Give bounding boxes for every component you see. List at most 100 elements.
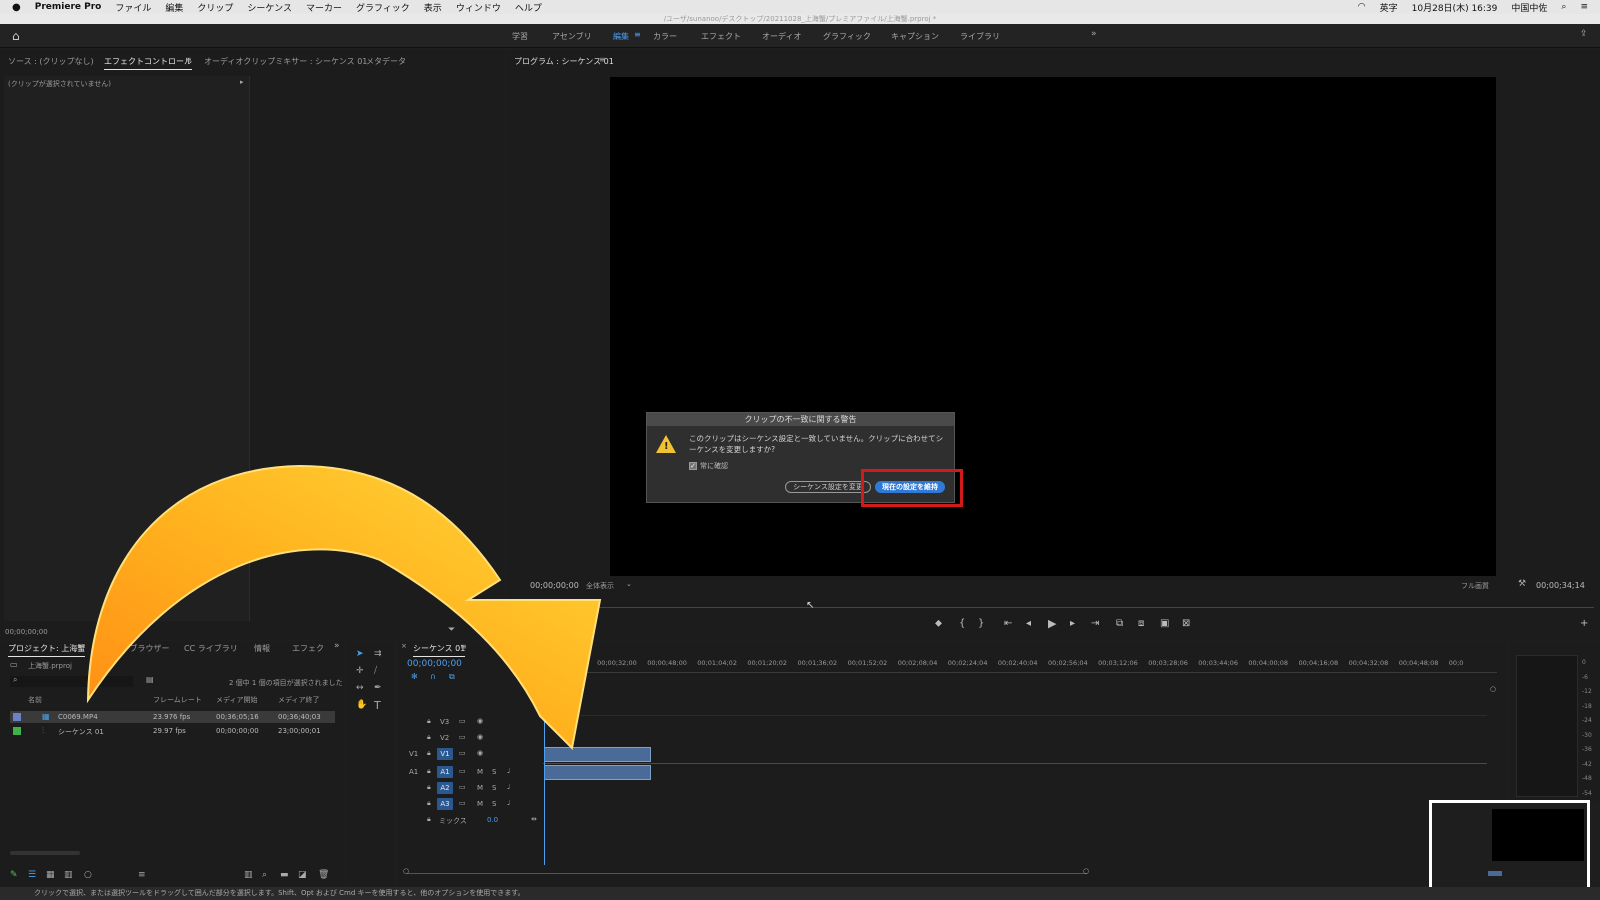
- add-button-icon[interactable]: +: [1580, 618, 1588, 629]
- sequence-menu-icon[interactable]: ≡: [460, 642, 467, 651]
- selection-tool-icon[interactable]: ➤: [356, 649, 364, 659]
- home-icon[interactable]: ⌂: [12, 29, 20, 43]
- track-a2[interactable]: A2: [437, 782, 453, 794]
- lock-icon[interactable]: 🔒︎: [427, 717, 431, 726]
- program-timecode[interactable]: 00;00;00;00: [530, 581, 579, 590]
- zoom-slider-icon[interactable]: ○: [84, 870, 92, 880]
- ws-libraries[interactable]: ライブラリ: [960, 31, 1000, 42]
- change-sequence-button[interactable]: シーケンス設定を変更: [785, 481, 871, 493]
- tab-metadata[interactable]: メタデータ: [366, 56, 406, 67]
- v1-a1-divider[interactable]: [543, 763, 1487, 764]
- eye-icon[interactable]: ◉: [477, 749, 483, 757]
- ws-assembly[interactable]: アセンブリ: [552, 31, 592, 42]
- go-to-out-icon[interactable]: ⇥: [1091, 618, 1099, 629]
- menu-icon[interactable]: ≡: [634, 30, 641, 39]
- app-menu[interactable]: Premiere Pro: [28, 2, 109, 12]
- sync-icon[interactable]: ▭: [459, 733, 466, 741]
- menu-window[interactable]: ウィンドウ: [449, 1, 508, 14]
- wrench-icon[interactable]: ⚒: [1518, 579, 1526, 589]
- play-icon[interactable]: ▶: [1048, 617, 1056, 630]
- list-view-icon[interactable]: ☰: [28, 870, 36, 880]
- more-tabs-icon[interactable]: »: [334, 641, 340, 651]
- mute-icon[interactable]: M: [477, 800, 483, 808]
- ws-effects[interactable]: エフェクト: [701, 31, 741, 42]
- ws-edit[interactable]: 編集: [613, 31, 629, 42]
- track-a3[interactable]: A3: [437, 798, 453, 810]
- sync-icon[interactable]: ▭: [459, 749, 466, 757]
- menu-marker[interactable]: マーカー: [299, 1, 349, 14]
- mute-icon[interactable]: M: [477, 784, 483, 792]
- scroll-end-handle[interactable]: ○: [1083, 867, 1089, 875]
- source-a1[interactable]: A1: [409, 768, 418, 776]
- solo-icon[interactable]: S: [492, 768, 496, 776]
- mic-icon[interactable]: ♩: [507, 767, 510, 775]
- ws-color[interactable]: カラー: [653, 31, 677, 42]
- table-row[interactable]: ▦ C0069.MP4 23.976 fps 00;36;05;16 00;36…: [10, 711, 335, 723]
- zoom-select[interactable]: 全体表示: [586, 581, 614, 591]
- col-media-end[interactable]: メディア終了: [278, 695, 320, 705]
- vertical-scroll-handle[interactable]: ○: [1490, 685, 1496, 693]
- snap-icon[interactable]: ∩: [430, 672, 436, 681]
- col-framerate[interactable]: フレームレート: [153, 695, 202, 705]
- quality-select[interactable]: フル画質: [1461, 581, 1489, 591]
- menu-file[interactable]: ファイル: [108, 1, 158, 14]
- program-menu-icon[interactable]: ≡: [599, 55, 606, 64]
- mute-icon[interactable]: M: [477, 768, 483, 776]
- eye-icon[interactable]: ◉: [477, 733, 483, 741]
- linked-selection-icon[interactable]: ⧉: [449, 672, 455, 682]
- lock-icon[interactable]: 🔒︎: [427, 783, 431, 792]
- table-row[interactable]: ⫶ シーケンス 01 29.97 fps 00;00;00;00 23;00;0…: [10, 725, 335, 737]
- icon-view-icon[interactable]: ▦: [46, 870, 55, 880]
- slip-tool-icon[interactable]: ↔: [356, 683, 364, 693]
- more-workspaces-icon[interactable]: »: [1091, 29, 1097, 39]
- zoom-chevron-icon[interactable]: ⌄: [626, 580, 632, 588]
- spotlight-icon[interactable]: ⌕: [1554, 2, 1573, 12]
- sync-icon[interactable]: ▭: [459, 767, 466, 775]
- sync-icon[interactable]: ▭: [459, 717, 466, 725]
- ime-indicator[interactable]: 英字: [1373, 1, 1405, 14]
- hand-tool-icon[interactable]: ✋: [356, 700, 367, 710]
- eye-icon[interactable]: ◉: [477, 717, 483, 725]
- tab-media-browser[interactable]: メディアブラウザー: [98, 643, 169, 654]
- lock-icon[interactable]: 🔒︎: [427, 749, 431, 758]
- tab-cc-libraries[interactable]: CC ライブラリ: [184, 643, 238, 654]
- audio-clip[interactable]: [544, 765, 651, 780]
- ripple-edit-icon[interactable]: ✛: [356, 666, 364, 676]
- tab-sequence[interactable]: シーケンス 01: [413, 643, 466, 657]
- input-source[interactable]: 中国中佐: [1504, 1, 1554, 14]
- control-center-icon[interactable]: ≡: [1573, 2, 1600, 12]
- sync-icon[interactable]: ▭: [459, 799, 466, 807]
- menubar-clock[interactable]: 10月28日(木) 16:39: [1405, 1, 1505, 14]
- track-v3[interactable]: V3: [440, 718, 449, 726]
- compare-icon[interactable]: ⊠: [1182, 618, 1190, 629]
- scroll-start-handle[interactable]: ○: [403, 867, 409, 875]
- menu-edit[interactable]: 編集: [158, 1, 190, 14]
- folder-icon[interactable]: ▬: [280, 870, 289, 880]
- menu-help[interactable]: ヘルプ: [508, 1, 549, 14]
- panel-menu-icon[interactable]: ≡: [185, 55, 192, 64]
- lock-icon[interactable]: 🔒︎: [427, 767, 431, 776]
- lock-icon[interactable]: 🔒︎: [427, 733, 431, 742]
- trash-icon[interactable]: 🗑: [318, 870, 329, 880]
- tab-info[interactable]: 情報: [254, 643, 270, 654]
- overwrite-icon[interactable]: ⧈: [1138, 618, 1144, 629]
- tab-audio-clip-mixer[interactable]: オーディオクリップミキサー : シーケンス 01: [204, 56, 367, 67]
- insert-icon[interactable]: ⧉: [1116, 618, 1123, 629]
- project-scrollbar[interactable]: [10, 851, 80, 855]
- apple-icon[interactable]: ●: [0, 2, 28, 13]
- project-menu-icon[interactable]: ≡: [78, 642, 85, 651]
- automate-icon[interactable]: ▥: [244, 870, 253, 880]
- timeline-timecode[interactable]: 00;00;00;00: [407, 659, 462, 669]
- tab-source[interactable]: ソース : (クリップなし): [8, 56, 94, 67]
- sort-icon[interactable]: ≡: [138, 870, 146, 880]
- time-ruler[interactable]: 00;00;16;00 00;00;32;00 00;00;48;00 00;01;0…: [547, 657, 1497, 671]
- find-icon[interactable]: ⌕: [262, 870, 267, 880]
- track-select-icon[interactable]: ⇉: [374, 649, 382, 659]
- ws-audio[interactable]: オーディオ: [762, 31, 801, 42]
- solo-icon[interactable]: S: [492, 800, 496, 808]
- col-media-start[interactable]: メディア開始: [216, 695, 258, 705]
- menu-sequence[interactable]: シーケンス: [240, 1, 299, 14]
- checkbox-icon[interactable]: ✓: [689, 462, 697, 470]
- wifi-icon[interactable]: ◠: [1351, 2, 1373, 12]
- go-to-in-icon[interactable]: ⇤: [1004, 618, 1012, 629]
